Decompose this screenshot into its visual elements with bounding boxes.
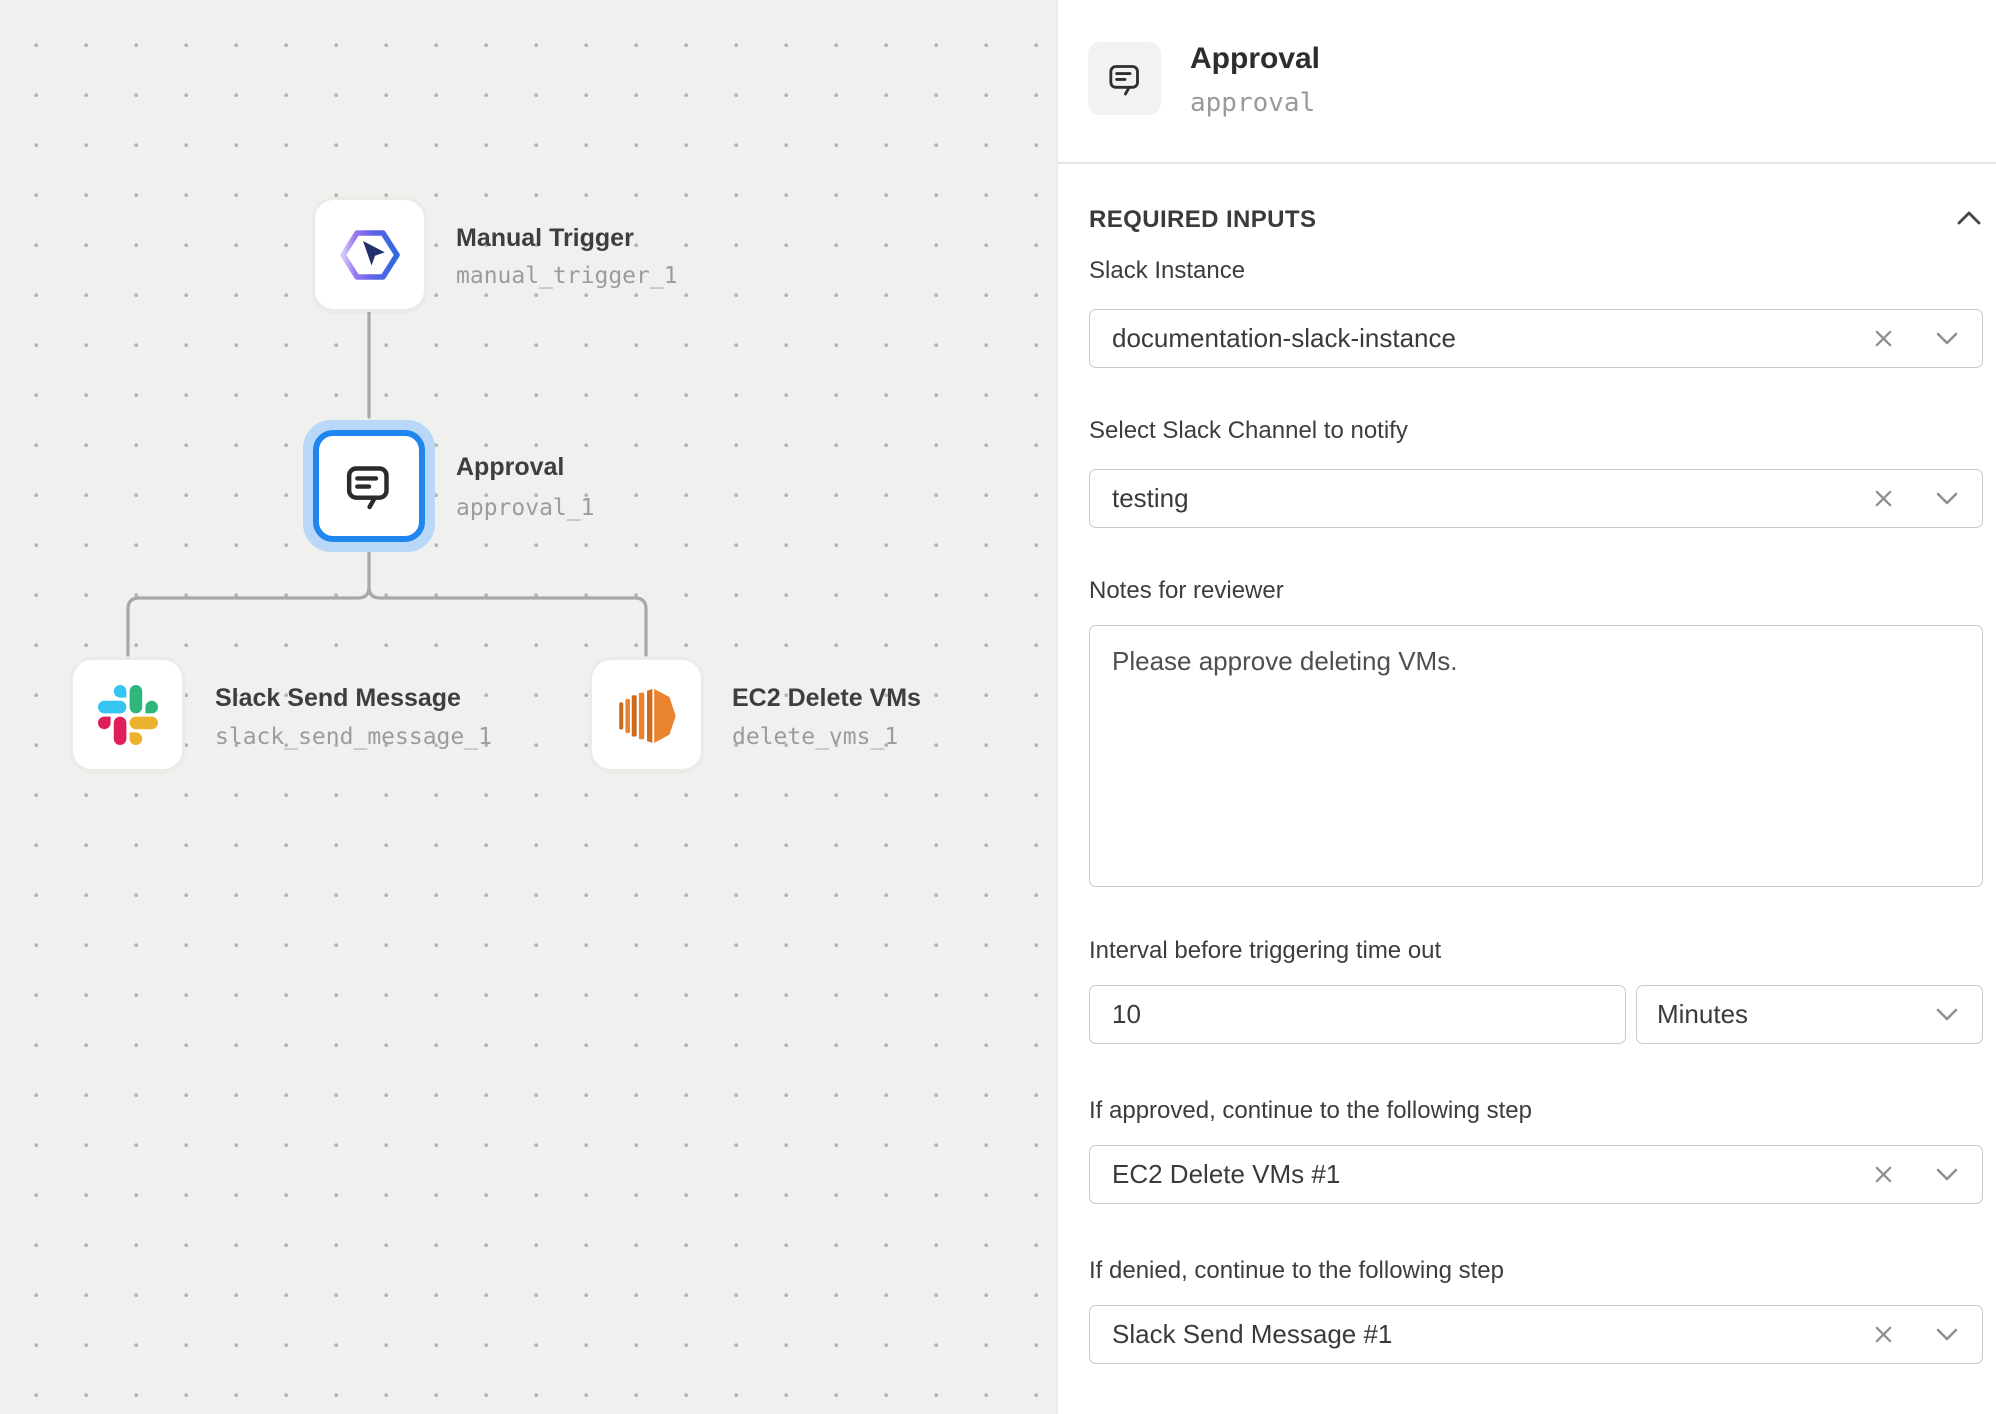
node-slack-send-message[interactable] [70, 657, 185, 772]
collapse-section-button[interactable] [1954, 204, 1984, 230]
node-title: Slack Send Message [215, 684, 461, 713]
manual-trigger-icon [336, 226, 404, 284]
slack-channel-label: Select Slack Channel to notify [1089, 417, 1408, 445]
node-manual-trigger[interactable] [312, 197, 427, 312]
notes-label: Notes for reviewer [1089, 577, 1284, 605]
approval-icon [1105, 59, 1145, 99]
workflow-builder-window: Manual Trigger manual_trigger_1 Approval… [0, 0, 1996, 1414]
denied-step-label: If denied, continue to the following ste… [1089, 1257, 1504, 1285]
panel-subtitle: approval [1190, 88, 1315, 118]
denied-step-select[interactable]: Slack Send Message #1 [1089, 1305, 1983, 1364]
ec2-icon [612, 680, 682, 750]
interval-unit-select[interactable]: Minutes [1636, 985, 1983, 1044]
slack-channel-value: testing [1090, 483, 1189, 514]
approved-step-label: If approved, continue to the following s… [1089, 1097, 1532, 1125]
panel-header-icon [1088, 42, 1161, 115]
section-required-inputs-label: REQUIRED INPUTS [1089, 206, 1316, 234]
node-ec2-delete-vms[interactable] [589, 657, 704, 772]
interval-value-input[interactable]: 10 [1089, 985, 1626, 1044]
panel-title: Approval [1190, 42, 1320, 76]
chevron-down-icon[interactable] [1930, 470, 1964, 527]
clear-icon[interactable] [1866, 1146, 1900, 1203]
node-approval[interactable] [303, 420, 435, 552]
chevron-down-icon[interactable] [1930, 1306, 1964, 1363]
interval-value: 10 [1090, 999, 1141, 1030]
interval-label: Interval before triggering time out [1089, 937, 1441, 965]
chevron-down-icon[interactable] [1930, 1146, 1964, 1203]
chevron-up-icon [1956, 209, 1982, 226]
header-divider [1058, 162, 1996, 164]
slack-instance-select[interactable]: documentation-slack-instance [1089, 309, 1983, 368]
node-title: Manual Trigger [456, 224, 634, 253]
clear-icon[interactable] [1866, 310, 1900, 367]
properties-panel: Approval approval REQUIRED INPUTS Slack … [1057, 0, 1996, 1414]
node-title: Approval [456, 453, 564, 482]
node-id: delete_vms_1 [732, 724, 898, 750]
clear-icon[interactable] [1866, 470, 1900, 527]
notes-textarea[interactable]: Please approve deleting VMs. [1089, 625, 1983, 887]
interval-unit-value: Minutes [1637, 999, 1748, 1030]
slack-instance-value: documentation-slack-instance [1090, 323, 1456, 354]
approval-icon [341, 458, 397, 514]
slack-icon [98, 685, 158, 745]
workflow-canvas[interactable]: Manual Trigger manual_trigger_1 Approval… [0, 0, 1057, 1414]
clear-icon[interactable] [1866, 1306, 1900, 1363]
slack-channel-select[interactable]: testing [1089, 469, 1983, 528]
node-id: slack_send_message_1 [215, 724, 492, 750]
chevron-down-icon[interactable] [1930, 310, 1964, 367]
slack-instance-label: Slack Instance [1089, 257, 1245, 285]
node-id: manual_trigger_1 [456, 263, 678, 289]
approved-step-value: EC2 Delete VMs #1 [1090, 1159, 1340, 1190]
denied-step-value: Slack Send Message #1 [1090, 1319, 1392, 1350]
approved-step-select[interactable]: EC2 Delete VMs #1 [1089, 1145, 1983, 1204]
node-id: approval_1 [456, 495, 594, 521]
node-title: EC2 Delete VMs [732, 684, 921, 713]
chevron-down-icon[interactable] [1930, 986, 1964, 1043]
